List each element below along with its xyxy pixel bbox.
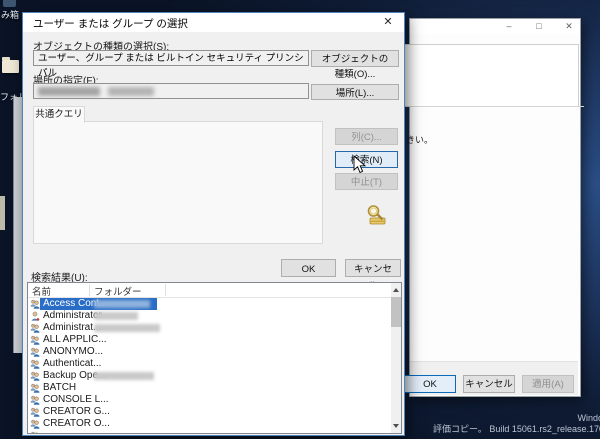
column-divider[interactable] [165,284,166,296]
result-name: ANONYMO... [43,346,104,357]
list-item[interactable]: CREATOR G... [29,406,391,418]
group-icon [30,359,40,369]
close-icon[interactable]: ✕ [558,20,580,33]
eval-watermark: Windows 評価コピー。 Build 15061.rs2_release.1… [433,413,600,435]
redacted-location-text [38,87,100,96]
partial-desktop-icon[interactable] [0,196,5,230]
search-magnifier-icon [361,204,387,232]
maximize-icon[interactable]: □ [528,20,550,33]
desktop: み箱 フォル Windows 評価コピー。 Build 15061.rs2_re… [0,0,600,439]
cancel-button[interactable]: キャンセル [345,259,401,292]
list-item[interactable] [29,430,391,433]
redacted-folder [94,300,150,308]
column-header-folder[interactable]: フォルダー [94,284,142,298]
recycle-bin-icon[interactable] [3,0,16,7]
result-name: BATCH [43,382,77,393]
redacted-folder [94,372,154,380]
ok-button[interactable]: OK [281,259,336,277]
minimize-icon[interactable]: – [498,20,520,33]
list-item[interactable]: Administrat... [29,322,391,334]
recycle-bin-label: み箱 [1,10,20,20]
list-item[interactable]: CREATOR O... [29,418,391,430]
column-header-name[interactable]: 名前 [32,284,51,298]
result-name: ALL APPLIC... [43,334,107,345]
list-item[interactable]: Backup Ope... [29,370,391,382]
background-window: – □ ✕ きい。 OK キャンセル 適用(A) [404,18,584,397]
background-group-box [404,44,579,107]
watermark-line1: Windows [577,413,600,423]
object-types-button[interactable]: オブジェクトの種類(O)... [311,50,399,80]
cancel-button[interactable]: キャンセル [463,375,515,393]
group-icon [30,371,40,381]
group-icon [30,347,40,357]
list-item[interactable]: BATCH [29,382,391,394]
select-users-groups-dialog: ユーザー または グループ の選択 ✕ オブジェクトの種類の選択(S): ユーザ… [22,12,405,436]
result-name: CONSOLE L... [43,394,109,405]
divider [404,106,584,107]
location-field [33,83,309,99]
common-queries-groupbox [33,121,323,244]
result-name: CREATOR O... [43,418,110,429]
stop-button[interactable]: 中止(T) [335,173,398,190]
result-name: CREATOR G... [43,406,110,417]
list-header: 名前 フォルダー [28,283,401,298]
user-icon [30,311,40,321]
list-item[interactable]: ALL APPLIC... [29,334,391,346]
group-icon [30,299,40,309]
result-name: Authenticat... [43,358,102,369]
results-rows: Access Cont... Administrator Administrat..… [29,298,391,433]
instruction-text-fragment: きい。 [406,135,434,145]
apply-button[interactable]: 適用(A) [522,375,574,393]
scroll-up-icon[interactable] [393,288,399,292]
list-item[interactable]: CONSOLE L... [29,394,391,406]
group-icon [30,383,40,393]
background-window-titlebar: – □ ✕ [410,19,580,34]
close-icon[interactable]: ✕ [375,14,401,31]
redacted-location-text [108,87,154,96]
group-icon [30,323,40,333]
mouse-cursor [353,154,367,179]
watermark-line2: 評価コピー。 Build 15061.rs2_release.17031 [432,424,600,434]
locations-button[interactable]: 場所(L)... [311,84,399,100]
dialog-titlebar: ユーザー または グループ の選択 ✕ [23,13,404,32]
search-button[interactable]: 検索(N) [335,151,398,168]
vertical-scrollbar[interactable] [391,283,401,433]
group-icon [30,335,40,345]
ok-button[interactable]: OK [404,375,456,393]
list-item[interactable]: ANONYMO... [29,346,391,358]
group-icon [30,395,40,405]
group-icon [30,431,40,433]
dialog-title: ユーザー または グループ の選択 [33,18,188,30]
list-item[interactable]: Access Cont... [29,298,391,310]
group-icon [30,407,40,417]
list-item[interactable]: Administrator [29,310,391,322]
list-item[interactable]: Authenticat... [29,358,391,370]
result-name: Administrat... [43,322,102,333]
scrollbar-thumb[interactable] [391,297,401,327]
folder-icon[interactable] [2,57,19,73]
scroll-down-icon[interactable] [393,424,399,428]
tab-common-queries[interactable]: 共通クエリ [33,106,85,123]
redacted-folder [94,312,138,320]
redacted-folder [94,324,160,332]
column-divider[interactable] [89,284,90,296]
columns-button[interactable]: 列(C)... [335,128,398,145]
object-types-field: ユーザー、グループ または ビルトイン セキュリティ プリンシパル [33,50,309,79]
search-results-list[interactable]: 名前 フォルダー Access Cont... Administrator Admi… [27,282,402,434]
group-icon [30,419,40,429]
